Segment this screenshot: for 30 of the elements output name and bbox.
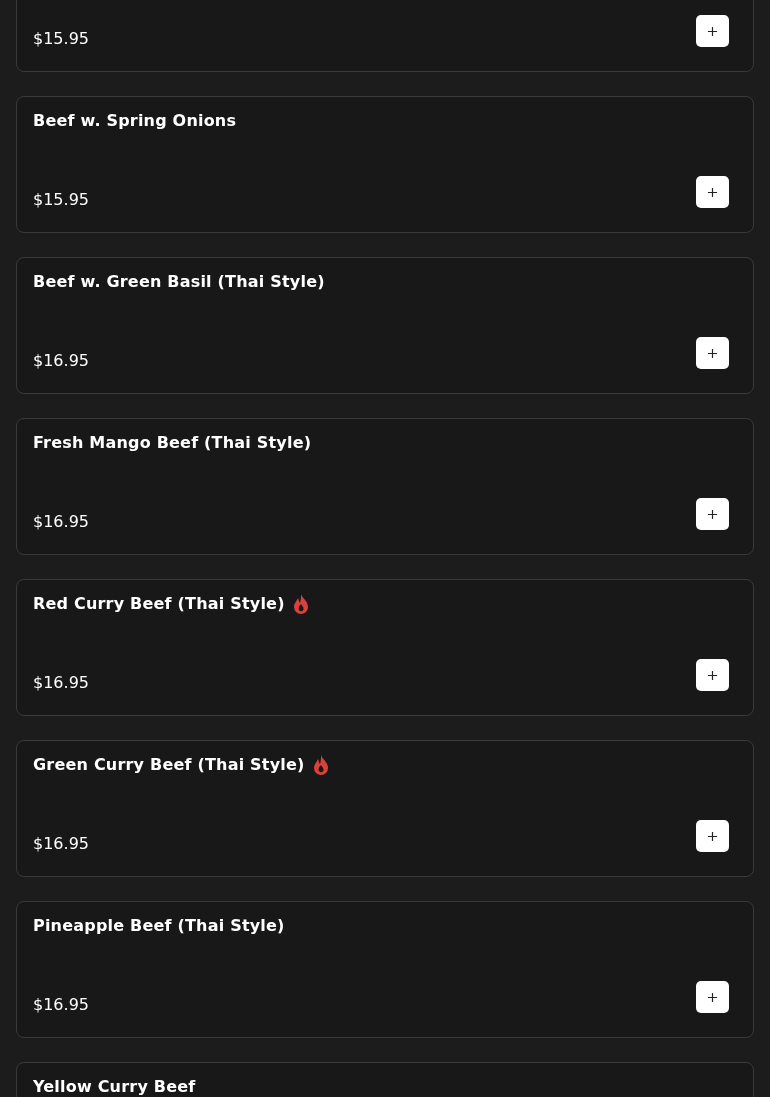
add-button[interactable] — [696, 176, 729, 208]
add-button[interactable] — [696, 15, 729, 47]
dish-name: Beef w. Green Basil (Thai Style) — [33, 272, 325, 292]
dish-price: $16.95 — [33, 512, 89, 531]
add-button[interactable] — [696, 659, 729, 691]
dish-name: Green Curry Beef (Thai Style) — [33, 755, 305, 775]
dish-price: $16.95 — [33, 351, 89, 370]
dish-name: Red Curry Beef (Thai Style) — [33, 594, 285, 614]
plus-icon — [707, 347, 718, 359]
dish-name: Beef w. Spring Onions — [33, 111, 237, 131]
dish-name: Fresh Mango Beef (Thai Style) — [33, 433, 312, 453]
plus-icon — [707, 186, 718, 198]
flame-icon — [292, 594, 309, 614]
add-button[interactable] — [696, 820, 729, 852]
dish-price: $15.95 — [33, 190, 89, 209]
add-button[interactable] — [696, 981, 729, 1013]
plus-icon — [707, 991, 718, 1003]
dish-price: $16.95 — [33, 673, 89, 692]
add-button[interactable] — [696, 337, 729, 369]
dish-price: $16.95 — [33, 834, 89, 853]
dish-price: $15.95 — [33, 29, 89, 48]
plus-icon — [707, 508, 718, 520]
dish-price: $16.95 — [33, 995, 89, 1014]
plus-icon — [707, 669, 718, 681]
plus-icon — [707, 25, 718, 37]
flame-icon — [312, 755, 329, 775]
dish-name: Yellow Curry Beef — [33, 1077, 196, 1097]
plus-icon — [707, 830, 718, 842]
add-button[interactable] — [696, 498, 729, 530]
dish-name: Pineapple Beef (Thai Style) — [33, 916, 285, 936]
